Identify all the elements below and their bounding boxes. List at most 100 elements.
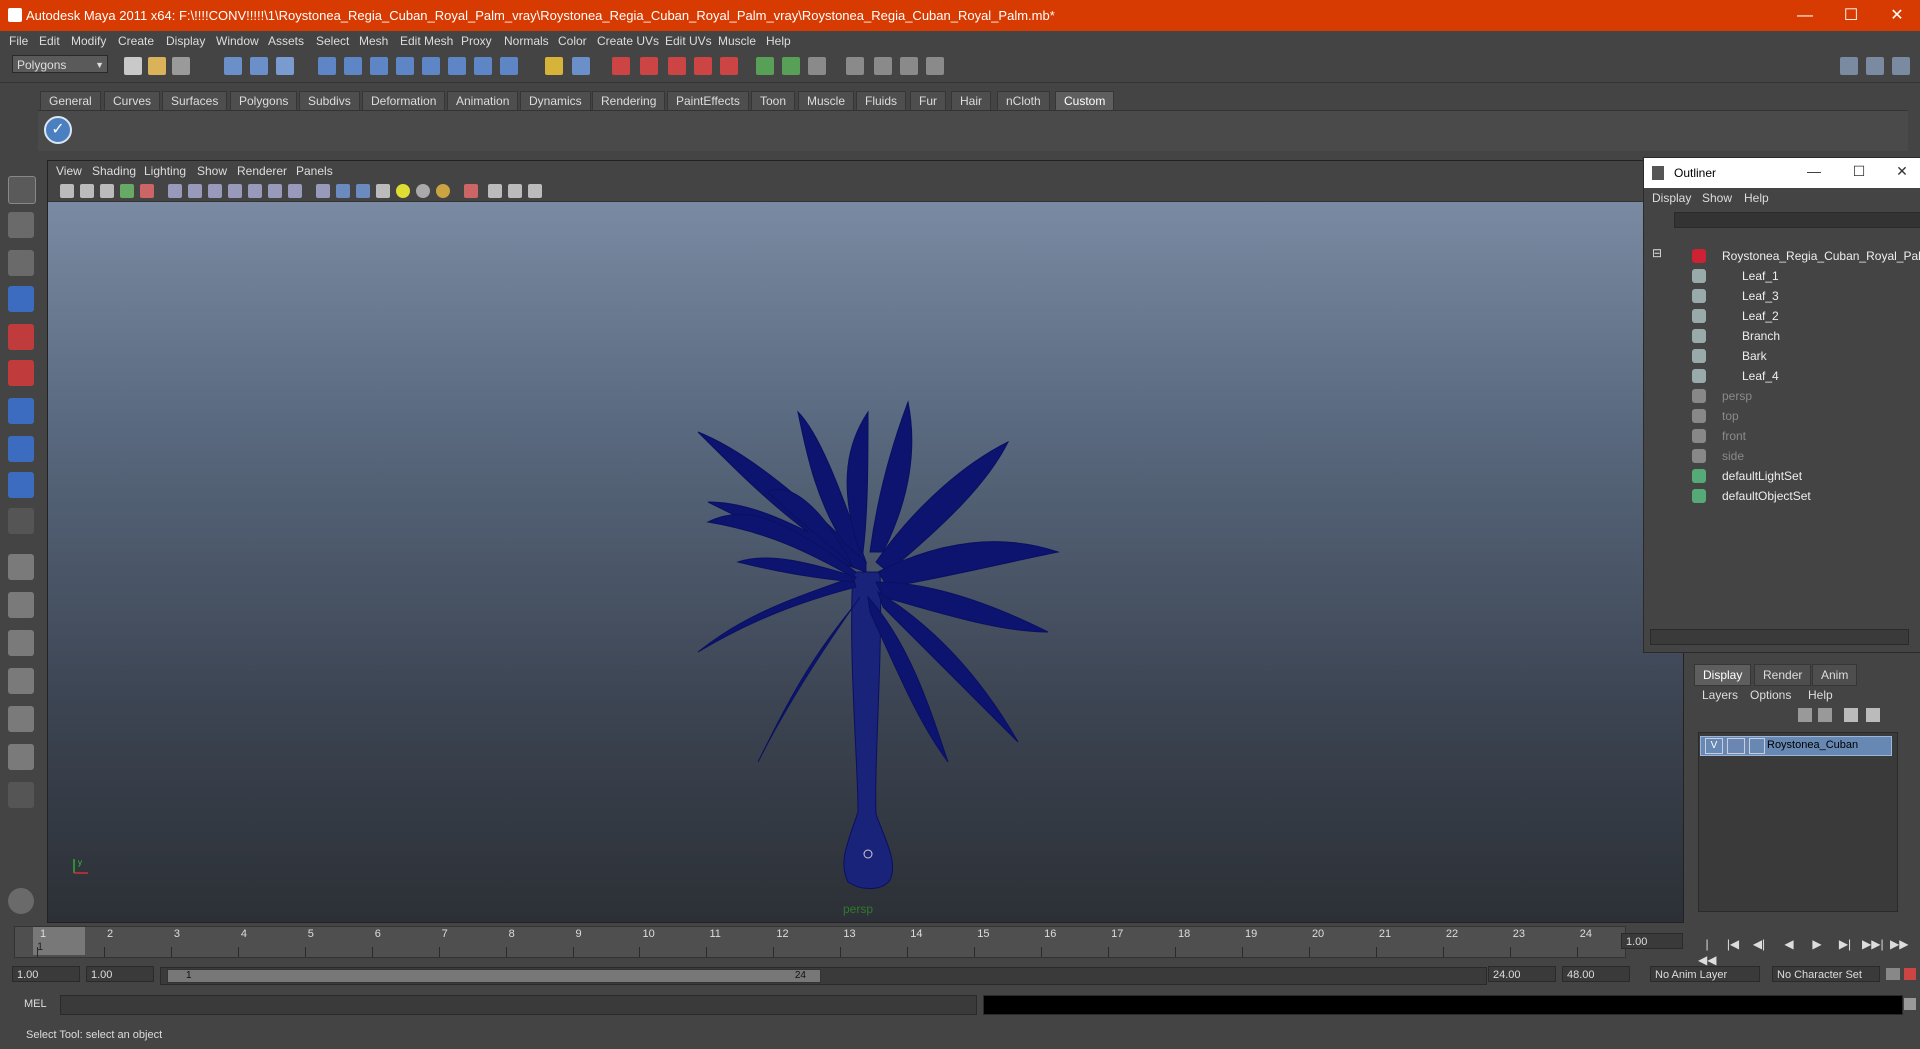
- xray-joints-icon[interactable]: [508, 184, 522, 198]
- last-tool-icon[interactable]: [8, 472, 34, 498]
- layer-menu-layers[interactable]: Layers: [1702, 688, 1738, 702]
- menu-muscle[interactable]: Muscle: [718, 34, 756, 48]
- new-scene-icon[interactable]: [124, 57, 142, 75]
- single-view-layout-icon[interactable]: [8, 554, 34, 580]
- outliner-minimize-button[interactable]: —: [1799, 163, 1829, 183]
- layer-type-toggle[interactable]: [1727, 738, 1745, 754]
- resolution-gate-icon[interactable]: [208, 184, 222, 198]
- animation-end-field[interactable]: 48.00: [1562, 966, 1630, 982]
- render-settings-icon[interactable]: [668, 57, 686, 75]
- playback-start-field[interactable]: 1.00: [86, 966, 154, 982]
- isolate-select-icon[interactable]: [464, 184, 478, 198]
- ipr-render-icon[interactable]: [640, 57, 658, 75]
- outliner-item[interactable]: Leaf_2: [1646, 306, 1916, 326]
- command-language-label[interactable]: MEL: [24, 998, 47, 1010]
- open-scene-icon[interactable]: [148, 57, 166, 75]
- viewport-menu-view[interactable]: View: [56, 164, 82, 178]
- field-chart-icon[interactable]: [248, 184, 262, 198]
- shelf-tab-curves[interactable]: Curves: [104, 91, 161, 111]
- animation-start-field[interactable]: 1.00: [12, 966, 80, 982]
- layer-row[interactable]: V Roystonea_Cuban: [1700, 736, 1892, 756]
- snap-point-icon[interactable]: [370, 57, 388, 75]
- menu-mesh[interactable]: Mesh: [359, 34, 388, 48]
- graph-editor-icon[interactable]: [926, 57, 944, 75]
- outliner-item[interactable]: Branch: [1646, 326, 1916, 346]
- viewport-panel[interactable]: View Shading Lighting Show Renderer Pane…: [47, 160, 1684, 923]
- backface-culling-icon[interactable]: [528, 184, 542, 198]
- menu-proxy[interactable]: Proxy: [461, 34, 492, 48]
- outliner-menu-show[interactable]: Show: [1702, 191, 1732, 205]
- menu-color[interactable]: Color: [558, 34, 587, 48]
- camera-attributes-icon[interactable]: [80, 184, 94, 198]
- shelf-tab-toon[interactable]: Toon: [751, 91, 796, 111]
- construction-history-icon[interactable]: [448, 57, 466, 75]
- outliner-filter-input[interactable]: [1674, 212, 1920, 228]
- hypershade-icon[interactable]: [694, 57, 712, 75]
- paint-select-tool-icon[interactable]: [8, 250, 34, 276]
- step-back-key-button[interactable]: |◀: [1724, 936, 1742, 952]
- shelf-tab-rendering[interactable]: Rendering: [592, 91, 666, 111]
- time-slider[interactable]: 1 1 2 3 4 5 6 7 8 9 10 11 12 13 14 15 16 17 18 19 20 21 22 23 2…: [14, 926, 1626, 958]
- shelf-tab-fur[interactable]: Fur: [910, 91, 946, 111]
- wireframe-icon[interactable]: [316, 184, 330, 198]
- shelf-tab-polygons[interactable]: Polygons: [230, 91, 298, 111]
- channel-box-icon[interactable]: [808, 57, 826, 75]
- select-tool-icon[interactable]: [8, 176, 36, 204]
- outliner-item[interactable]: front: [1646, 426, 1916, 446]
- shelf-tab-custom[interactable]: Custom: [1055, 91, 1115, 111]
- script-editor-icon[interactable]: [1904, 998, 1916, 1010]
- outliner-item[interactable]: defaultLightSet: [1646, 466, 1916, 486]
- outliner-item[interactable]: persp: [1646, 386, 1916, 406]
- textured-icon[interactable]: [376, 184, 390, 198]
- shelf-tab-general[interactable]: General: [40, 91, 101, 111]
- outliner-close-button[interactable]: ✕: [1887, 163, 1917, 183]
- maximize-button[interactable]: ☐: [1828, 0, 1874, 31]
- shelf-tab-subdivs[interactable]: Subdivs: [299, 91, 360, 111]
- menu-file[interactable]: File: [9, 34, 28, 48]
- menu-modify[interactable]: Modify: [71, 34, 106, 48]
- outliner-menu-help[interactable]: Help: [1744, 191, 1769, 205]
- four-view-layout-icon[interactable]: [8, 592, 34, 618]
- command-input[interactable]: [60, 995, 977, 1015]
- outliner-item[interactable]: Leaf_4: [1646, 366, 1916, 386]
- manipulator-tool-icon[interactable]: [8, 398, 34, 424]
- step-forward-key-button[interactable]: ▶▶|: [1862, 936, 1884, 952]
- menu-create-uvs[interactable]: Create UVs: [597, 34, 659, 48]
- wireframe-on-shaded-icon[interactable]: [356, 184, 370, 198]
- menu-create[interactable]: Create: [118, 34, 154, 48]
- lock-icon[interactable]: [545, 57, 563, 75]
- layout-expand-icon[interactable]: [8, 782, 34, 808]
- select-object-icon[interactable]: [250, 57, 268, 75]
- tool-settings-icon[interactable]: [846, 57, 864, 75]
- soft-mod-tool-icon[interactable]: [8, 436, 34, 462]
- menu-edit-uvs[interactable]: Edit UVs: [665, 34, 712, 48]
- snap-view-plane-icon[interactable]: [396, 57, 414, 75]
- viewport-menu-lighting[interactable]: Lighting: [144, 164, 186, 178]
- select-hierarchy-icon[interactable]: [224, 57, 242, 75]
- snap-curve-icon[interactable]: [344, 57, 362, 75]
- layer-color-swatch[interactable]: [1749, 738, 1765, 754]
- outliner-menu-display[interactable]: Display: [1652, 191, 1691, 205]
- step-forward-frame-button[interactable]: ▶|: [1836, 936, 1854, 952]
- shelf-tab-surfaces[interactable]: Surfaces: [162, 91, 228, 111]
- shelf-tab-painteffects[interactable]: PaintEffects: [667, 91, 749, 111]
- camera-select-icon[interactable]: [60, 184, 74, 198]
- menu-edit[interactable]: Edit: [39, 34, 60, 48]
- go-to-start-button[interactable]: |◀◀: [1698, 936, 1716, 967]
- viewport-menu-renderer[interactable]: Renderer: [237, 164, 287, 178]
- input-field-icon[interactable]: [756, 57, 774, 75]
- scale-tool-icon[interactable]: [8, 360, 34, 386]
- xray-icon[interactable]: [488, 184, 502, 198]
- outliner-layout-icon[interactable]: [8, 630, 34, 656]
- panel-layout-3-icon[interactable]: [1892, 57, 1910, 75]
- shelf-tab-deformation[interactable]: Deformation: [362, 91, 446, 111]
- viewport-menu-show[interactable]: Show: [197, 164, 227, 178]
- outliner-item[interactable]: top: [1646, 406, 1916, 426]
- menu-window[interactable]: Window: [216, 34, 259, 48]
- snap-grid-icon[interactable]: [318, 57, 336, 75]
- high-quality-icon[interactable]: [436, 184, 450, 198]
- hypershade-layout-icon[interactable]: [8, 706, 34, 732]
- play-backwards-button[interactable]: ◀: [1780, 936, 1798, 952]
- layer-tab-anim[interactable]: Anim: [1812, 664, 1858, 686]
- smooth-shade-icon[interactable]: [336, 184, 350, 198]
